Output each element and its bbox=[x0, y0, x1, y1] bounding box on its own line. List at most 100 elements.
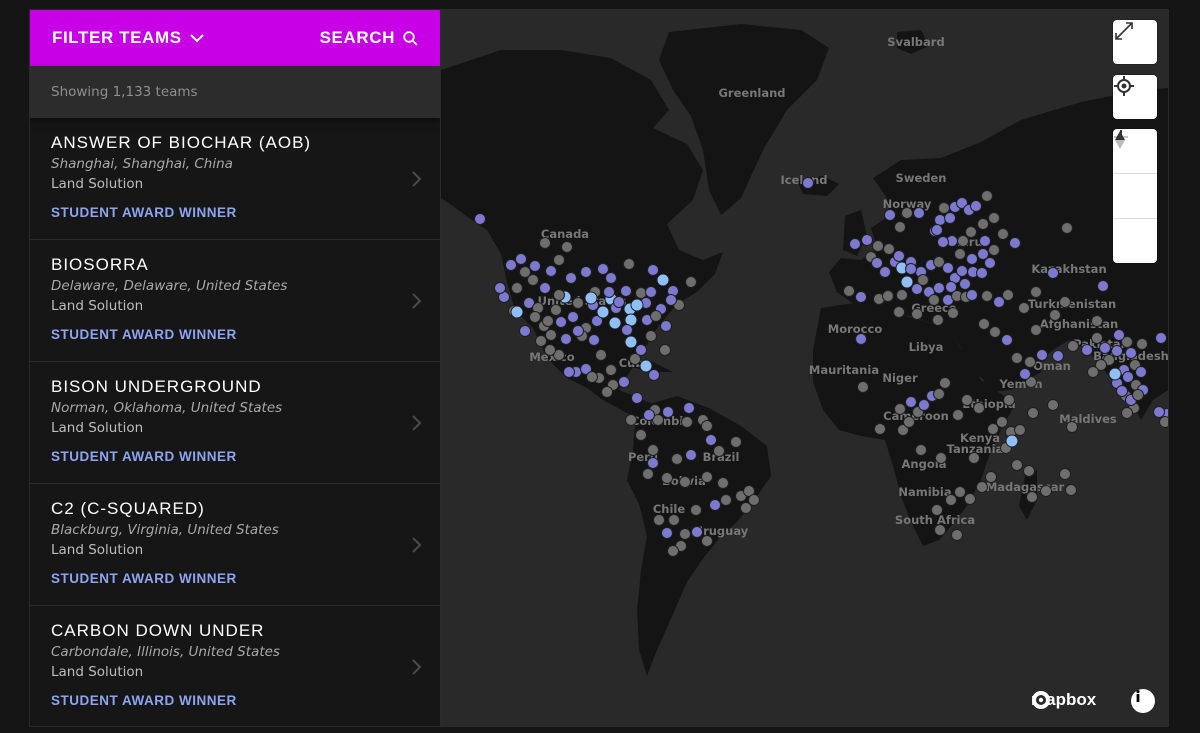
team-marker[interactable] bbox=[984, 257, 996, 269]
team-marker[interactable] bbox=[894, 221, 906, 233]
team-marker[interactable] bbox=[896, 289, 908, 301]
team-marker[interactable] bbox=[550, 304, 562, 316]
team-marker[interactable] bbox=[987, 423, 999, 435]
world-map[interactable]: SvalbardGreenlandIcelandSwedenNorwayCana… bbox=[441, 10, 1168, 726]
team-marker[interactable] bbox=[660, 320, 672, 332]
team-marker[interactable] bbox=[661, 527, 673, 539]
team-marker[interactable] bbox=[539, 282, 551, 294]
zoom-out-button[interactable] bbox=[1113, 136, 1157, 218]
team-marker[interactable] bbox=[988, 212, 1000, 224]
team-marker[interactable] bbox=[905, 396, 917, 408]
team-marker[interactable] bbox=[620, 285, 632, 297]
team-marker[interactable] bbox=[1026, 491, 1038, 503]
team-marker[interactable] bbox=[555, 316, 567, 328]
team-marker[interactable] bbox=[1023, 465, 1035, 477]
team-marker[interactable] bbox=[1091, 332, 1103, 344]
team-marker[interactable] bbox=[1052, 350, 1064, 362]
team-marker[interactable] bbox=[976, 481, 988, 493]
team-marker[interactable] bbox=[659, 344, 671, 356]
filter-teams-button[interactable]: FILTER TEAMS bbox=[52, 28, 204, 48]
team-marker[interactable] bbox=[970, 200, 982, 212]
team-marker[interactable] bbox=[642, 468, 654, 480]
team-marker[interactable] bbox=[959, 278, 971, 290]
team-marker[interactable] bbox=[720, 494, 732, 506]
team-marker[interactable] bbox=[545, 265, 557, 277]
team-marker[interactable] bbox=[683, 402, 695, 414]
team-marker[interactable] bbox=[855, 333, 867, 345]
team-marker[interactable] bbox=[939, 377, 951, 389]
team-marker[interactable] bbox=[1019, 368, 1031, 380]
team-marker[interactable] bbox=[527, 274, 539, 286]
team-marker[interactable] bbox=[1030, 286, 1042, 298]
team-marker[interactable] bbox=[913, 207, 925, 219]
team-marker[interactable] bbox=[605, 272, 617, 284]
mapbox-logo[interactable]: mapbox bbox=[1031, 690, 1096, 710]
team-marker[interactable] bbox=[690, 504, 702, 516]
team-marker[interactable] bbox=[978, 318, 990, 330]
team-marker[interactable] bbox=[1018, 302, 1030, 314]
team-marker[interactable] bbox=[932, 314, 944, 326]
team-list-item[interactable]: BIOSORRA Delaware, Delaware, United State… bbox=[30, 240, 440, 362]
team-marker[interactable] bbox=[625, 414, 637, 426]
team-marker[interactable] bbox=[1027, 407, 1039, 419]
team-marker[interactable] bbox=[643, 409, 655, 421]
team-marker[interactable] bbox=[603, 286, 615, 298]
team-marker[interactable] bbox=[586, 371, 598, 383]
team-marker[interactable] bbox=[535, 335, 547, 347]
team-marker[interactable] bbox=[966, 253, 978, 265]
team-marker[interactable] bbox=[701, 420, 713, 432]
team-marker[interactable] bbox=[993, 296, 1005, 308]
team-marker[interactable] bbox=[629, 353, 641, 365]
team-marker[interactable] bbox=[933, 388, 945, 400]
team-marker[interactable] bbox=[701, 535, 713, 547]
team-marker[interactable] bbox=[942, 262, 954, 274]
team-marker[interactable] bbox=[937, 236, 949, 248]
team-marker[interactable] bbox=[1066, 421, 1078, 433]
fullscreen-button[interactable] bbox=[1113, 20, 1157, 64]
team-marker[interactable] bbox=[1136, 338, 1148, 350]
team-marker[interactable] bbox=[631, 392, 643, 404]
team-marker[interactable] bbox=[973, 402, 985, 414]
team-marker[interactable] bbox=[730, 436, 742, 448]
team-marker[interactable] bbox=[996, 416, 1008, 428]
team-marker[interactable] bbox=[705, 434, 717, 446]
team-marker[interactable] bbox=[1087, 366, 1099, 378]
team-marker[interactable] bbox=[957, 235, 969, 247]
team-marker[interactable] bbox=[580, 266, 592, 278]
team-marker[interactable] bbox=[1005, 434, 1019, 448]
team-marker[interactable] bbox=[701, 471, 713, 483]
team-marker[interactable] bbox=[874, 423, 886, 435]
team-marker[interactable] bbox=[1121, 407, 1133, 419]
team-marker[interactable] bbox=[1159, 416, 1169, 428]
team-marker[interactable] bbox=[931, 224, 943, 236]
team-marker[interactable] bbox=[893, 306, 905, 318]
team-marker[interactable] bbox=[884, 209, 896, 221]
team-marker[interactable] bbox=[894, 403, 906, 415]
team-marker[interactable] bbox=[553, 254, 565, 266]
team-marker[interactable] bbox=[1009, 237, 1021, 249]
team-marker[interactable] bbox=[584, 291, 598, 305]
team-marker[interactable] bbox=[653, 514, 665, 526]
team-marker[interactable] bbox=[1036, 349, 1048, 361]
compass-button[interactable] bbox=[1113, 131, 1157, 263]
team-marker[interactable] bbox=[605, 364, 617, 376]
team-marker[interactable] bbox=[905, 263, 917, 275]
team-marker[interactable] bbox=[1081, 344, 1093, 356]
geolocate-button[interactable] bbox=[1113, 75, 1157, 119]
team-marker[interactable] bbox=[1011, 352, 1023, 364]
team-marker[interactable] bbox=[945, 494, 957, 506]
team-marker[interactable] bbox=[915, 444, 927, 456]
map-canvas[interactable]: SvalbardGreenlandIcelandSwedenNorwayCana… bbox=[441, 10, 1168, 726]
team-marker[interactable] bbox=[843, 285, 855, 297]
team-marker[interactable] bbox=[988, 244, 1000, 256]
team-marker[interactable] bbox=[968, 452, 980, 464]
team-marker[interactable] bbox=[934, 214, 946, 226]
team-marker[interactable] bbox=[981, 190, 993, 202]
team-marker[interactable] bbox=[645, 330, 657, 342]
team-marker[interactable] bbox=[1001, 334, 1013, 346]
team-marker[interactable] bbox=[857, 381, 869, 393]
team-marker[interactable] bbox=[1030, 324, 1042, 336]
team-marker[interactable] bbox=[572, 325, 584, 337]
team-marker[interactable] bbox=[918, 399, 930, 411]
team-marker[interactable] bbox=[1059, 296, 1071, 308]
